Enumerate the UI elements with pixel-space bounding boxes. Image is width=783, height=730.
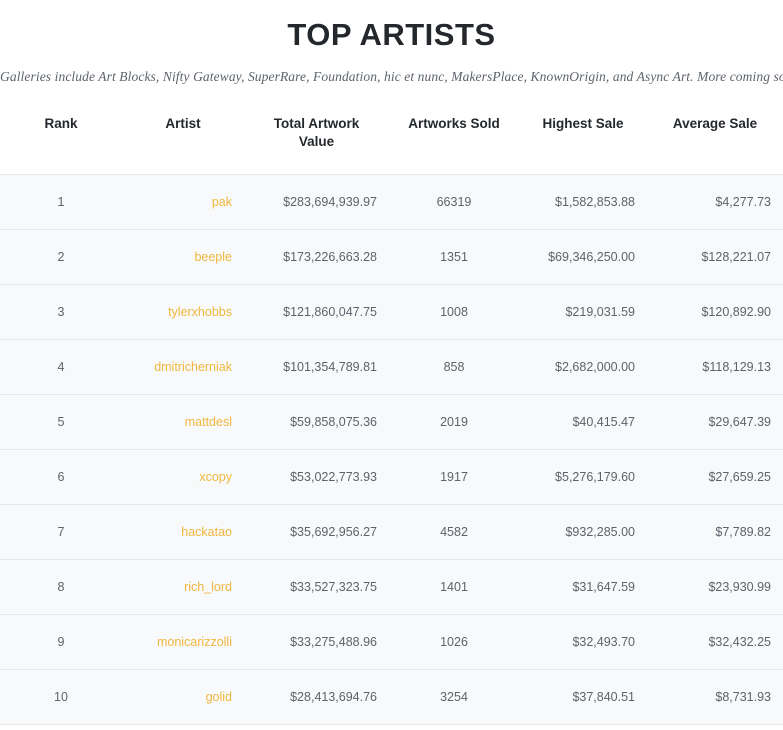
table-row[interactable]: 7 hackatao $35,692,956.27 4582 $932,285.00 $7…	[0, 504, 783, 560]
cell-highest-sale: $5,276,179.60	[555, 469, 635, 484]
cell-total-artwork-value: $28,413,694.76	[290, 689, 377, 704]
cell-average-sale: $120,892.90	[701, 304, 771, 319]
cell-total-artwork-value: $283,694,939.97	[283, 194, 377, 209]
artist-link[interactable]: monicarizzolli	[157, 635, 232, 649]
cell-rank: 1	[57, 194, 65, 209]
cell-highest-sale: $219,031.59	[565, 304, 635, 319]
cell-rank: 6	[57, 469, 65, 484]
cell-rank: 5	[57, 414, 65, 429]
cell-rank: 9	[57, 634, 65, 649]
cell-average-sale: $27,659.25	[708, 469, 771, 484]
cell-rank: 3	[57, 304, 65, 319]
artist-link[interactable]: mattdesl	[185, 415, 232, 429]
cell-artworks-sold: 1351	[440, 249, 468, 264]
cell-average-sale: $128,221.07	[701, 249, 771, 264]
column-header-total-artwork-value[interactable]: Total Artwork Value	[244, 115, 389, 175]
cell-highest-sale: $32,493.70	[572, 634, 635, 649]
cell-artworks-sold: 1026	[440, 634, 468, 649]
cell-artist: tylerxhobbs	[122, 284, 244, 339]
cell-total-artwork-value: $35,692,956.27	[290, 524, 377, 539]
cell-total-artwork-value: $53,022,773.93	[290, 469, 377, 484]
table-row[interactable]: 3 tylerxhobbs $121,860,047.75 1008 $219,031.…	[0, 284, 783, 340]
table-row[interactable]: 10 golid $28,413,694.76 3254 $37,840.51 $8,73…	[0, 669, 783, 725]
column-header-rank[interactable]: Rank	[0, 115, 122, 175]
cell-average-sale: $32,432.25	[708, 634, 771, 649]
cell-artist: xcopy	[122, 449, 244, 504]
cell-artworks-sold: 1401	[440, 579, 468, 594]
cell-highest-sale: $37,840.51	[572, 689, 635, 704]
artist-link[interactable]: dmitricherniak	[154, 360, 232, 374]
artist-link[interactable]: pak	[212, 195, 232, 209]
table-row[interactable]: 9 monicarizzolli $33,275,488.96 1026 $32,493…	[0, 614, 783, 670]
artist-link[interactable]: hackatao	[181, 525, 232, 539]
cell-highest-sale: $31,647.59	[572, 579, 635, 594]
cell-artist: monicarizzolli	[122, 614, 244, 669]
page-subtitle: Galleries include Art Blocks, Nifty Gate…	[0, 69, 783, 85]
cell-artworks-sold: 3254	[440, 689, 468, 704]
cell-highest-sale: $932,285.00	[565, 524, 635, 539]
cell-average-sale: $7,789.82	[715, 524, 771, 539]
cell-average-sale: $4,277.73	[715, 194, 771, 209]
cell-total-artwork-value: $121,860,047.75	[283, 304, 377, 319]
cell-artist: golid	[122, 669, 244, 724]
cell-rank: 7	[57, 524, 65, 539]
table-row[interactable]: 8 rich_lord $33,527,323.75 1401 $31,647.59 $2…	[0, 559, 783, 615]
table-row[interactable]: 6 xcopy $53,022,773.93 1917 $5,276,179.60 $27…	[0, 449, 783, 505]
artist-link[interactable]: beeple	[194, 250, 232, 264]
artist-link[interactable]: tylerxhobbs	[168, 305, 232, 319]
cell-rank: 4	[57, 359, 65, 374]
cell-artworks-sold: 858	[443, 359, 465, 374]
cell-artworks-sold: 1008	[440, 304, 468, 319]
column-header-artworks-sold[interactable]: Artworks Sold	[389, 115, 519, 175]
cell-artworks-sold: 4582	[440, 524, 468, 539]
column-header-average-sale[interactable]: Average Sale	[647, 115, 783, 175]
column-header-highest-sale[interactable]: Highest Sale	[519, 115, 647, 175]
column-header-artist[interactable]: Artist	[122, 115, 244, 175]
table-body: 1 pak $283,694,939.97 66319 $1,582,853.88 $4,…	[0, 174, 783, 725]
cell-average-sale: $8,731.93	[715, 689, 771, 704]
cell-artist: hackatao	[122, 504, 244, 559]
cell-artist: beeple	[122, 229, 244, 284]
cell-highest-sale: $40,415.47	[572, 414, 635, 429]
top-artists-table: Rank Artist Total Artwork Value Artworks…	[0, 115, 783, 725]
cell-total-artwork-value: $59,858,075.36	[290, 414, 377, 429]
cell-highest-sale: $2,682,000.00	[555, 359, 635, 374]
cell-artworks-sold: 1917	[440, 469, 468, 484]
cell-artist: pak	[122, 174, 244, 229]
artist-link[interactable]: xcopy	[199, 470, 232, 484]
cell-average-sale: $118,129.13	[702, 359, 771, 374]
cell-artist: mattdesl	[122, 394, 244, 449]
cell-artworks-sold: 2019	[440, 414, 468, 429]
artist-link[interactable]: rich_lord	[184, 580, 232, 594]
cell-average-sale: $29,647.39	[708, 414, 771, 429]
cell-total-artwork-value: $33,275,488.96	[290, 634, 377, 649]
cell-average-sale: $23,930.99	[708, 579, 771, 594]
cell-artworks-sold: 66319	[436, 194, 472, 209]
cell-rank: 10	[54, 689, 68, 704]
cell-total-artwork-value: $173,226,663.28	[283, 249, 377, 264]
table-row[interactable]: 5 mattdesl $59,858,075.36 2019 $40,415.47 $29…	[0, 394, 783, 450]
table-row[interactable]: 2 beeple $173,226,663.28 1351 $69,346,250.00…	[0, 229, 783, 285]
cell-total-artwork-value: $33,527,323.75	[290, 579, 377, 594]
table-header-row: Rank Artist Total Artwork Value Artworks…	[0, 115, 783, 175]
cell-artist: rich_lord	[122, 559, 244, 614]
artist-link[interactable]: golid	[206, 690, 232, 704]
top-artists-table-container: Rank Artist Total Artwork Value Artworks…	[0, 115, 783, 725]
cell-highest-sale: $1,582,853.88	[555, 194, 635, 209]
cell-rank: 8	[57, 579, 65, 594]
cell-artist: dmitricherniak	[122, 339, 244, 394]
top-artists-page: TOP ARTISTS Galleries include Art Blocks…	[0, 0, 783, 730]
cell-highest-sale: $69,346,250.00	[548, 249, 635, 264]
cell-rank: 2	[57, 249, 65, 264]
page-title: TOP ARTISTS	[287, 17, 496, 52]
table-header: Rank Artist Total Artwork Value Artworks…	[0, 115, 783, 175]
cell-total-artwork-value: $101,354,789.81	[283, 359, 377, 374]
table-row[interactable]: 1 pak $283,694,939.97 66319 $1,582,853.88 $4,…	[0, 174, 783, 230]
table-row[interactable]: 4 dmitricherniak $101,354,789.81 858 $2,682,…	[0, 339, 783, 395]
